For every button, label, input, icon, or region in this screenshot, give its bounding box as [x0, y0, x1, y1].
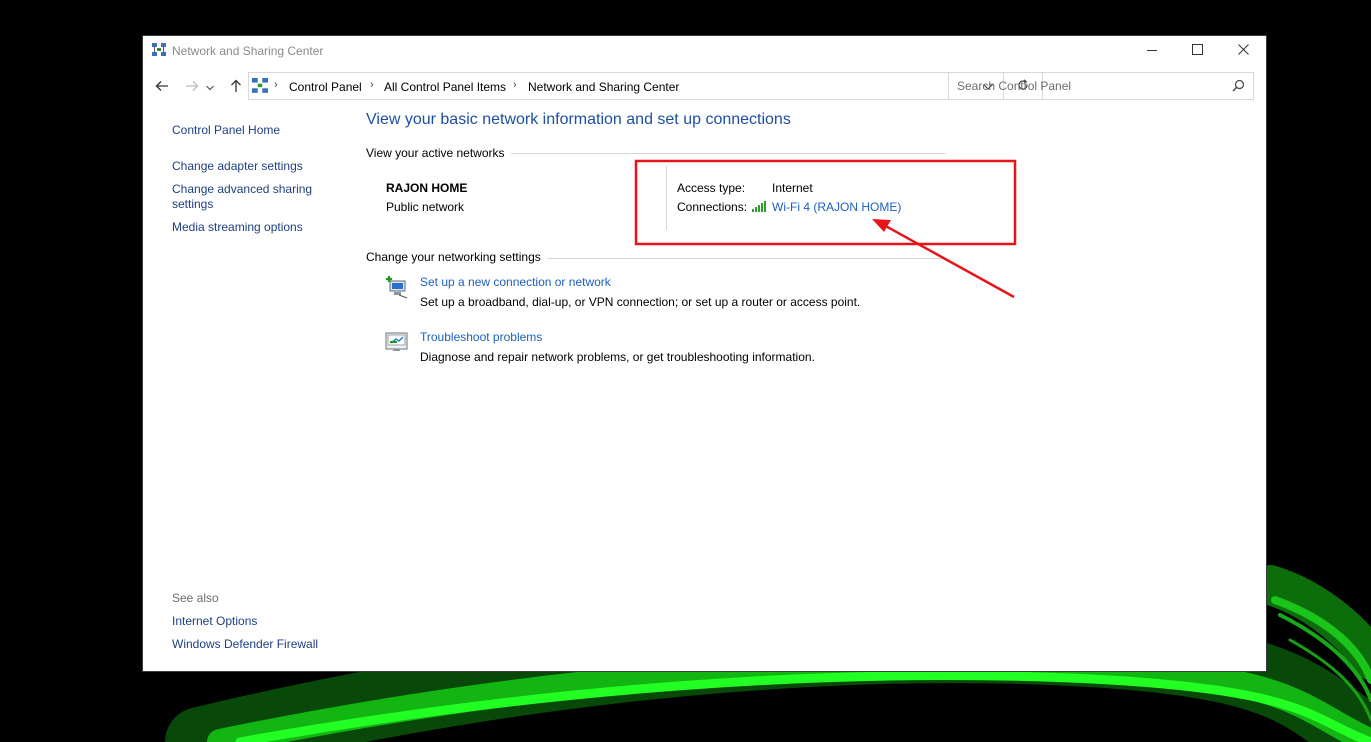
see-also-windows-defender-firewall[interactable]: Windows Defender Firewall — [172, 637, 318, 652]
access-type-label: Access type: — [677, 181, 746, 195]
network-center-icon — [152, 43, 166, 60]
sidebar-item-change-adapter-settings[interactable]: Change adapter settings — [172, 159, 303, 174]
up-arrow-icon — [230, 79, 242, 96]
breadcrumb-separator[interactable]: › — [370, 79, 374, 91]
sidebar-item-control-panel-home[interactable]: Control Panel Home — [172, 123, 280, 138]
network-sharing-center-window: Network and Sharing Center › Control Pan… — [143, 36, 1266, 671]
search-input[interactable] — [949, 73, 1227, 99]
troubleshoot-link[interactable]: Troubleshoot problems — [420, 330, 542, 344]
maximize-button[interactable] — [1174, 36, 1220, 66]
breadcrumb-all-items[interactable]: All Control Panel Items — [384, 80, 506, 94]
setup-connection-link[interactable]: Set up a new connection or network — [420, 275, 611, 289]
minimize-button[interactable] — [1129, 36, 1175, 66]
maximize-icon — [1191, 44, 1203, 58]
see-also-internet-options[interactable]: Internet Options — [172, 614, 257, 629]
wifi-signal-icon — [752, 200, 768, 215]
network-category: Public network — [386, 200, 465, 214]
networking-settings-heading: Change your networking settings — [366, 250, 547, 264]
new-connection-icon — [385, 275, 409, 302]
up-button[interactable] — [224, 76, 248, 98]
breadcrumb-network-center[interactable]: Network and Sharing Center — [528, 80, 679, 94]
network-name: RAJON HOME — [386, 181, 468, 195]
close-icon — [1237, 44, 1249, 58]
window-title: Network and Sharing Center — [172, 44, 324, 58]
back-button[interactable] — [150, 76, 174, 98]
back-arrow-icon — [155, 80, 169, 95]
address-bar[interactable]: › Control Panel › All Control Panel Item… — [248, 72, 1043, 100]
setup-connection-description: Set up a broadband, dial-up, or VPN conn… — [420, 295, 861, 309]
search-box[interactable] — [948, 72, 1254, 100]
breadcrumb-control-panel[interactable]: Control Panel — [289, 80, 362, 94]
wifi-connection-link[interactable]: Wi-Fi 4 (RAJON HOME) — [772, 200, 901, 214]
connections-label: Connections: — [677, 200, 748, 214]
breadcrumb-separator[interactable]: › — [274, 79, 278, 91]
title-bar: Network and Sharing Center — [143, 36, 1266, 66]
access-type-value: Internet — [772, 181, 813, 195]
see-also-heading: See also — [172, 591, 219, 605]
sidebar-item-media-streaming[interactable]: Media streaming options — [172, 220, 303, 235]
forward-arrow-icon — [185, 80, 199, 95]
network-divider — [666, 166, 667, 230]
chevron-down-icon — [206, 80, 214, 94]
troubleshoot-description: Diagnose and repair network problems, or… — [420, 350, 815, 364]
active-networks-heading: View your active networks — [366, 146, 511, 160]
page-title: View your basic network information and … — [366, 111, 791, 128]
control-panel-icon — [252, 78, 268, 97]
minimize-icon — [1147, 44, 1157, 58]
sidebar-item-change-advanced-sharing[interactable]: Change advanced sharing settings — [172, 182, 322, 212]
breadcrumb-separator[interactable]: › — [513, 79, 517, 91]
recent-locations-button[interactable] — [203, 76, 217, 98]
search-icon[interactable] — [1232, 79, 1245, 95]
forward-button[interactable] — [180, 76, 204, 98]
troubleshoot-icon — [385, 330, 409, 357]
close-button[interactable] — [1220, 36, 1266, 66]
